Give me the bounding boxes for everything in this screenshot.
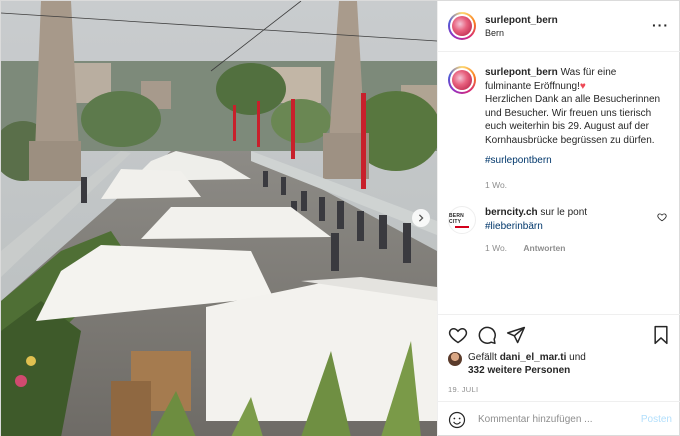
- next-photo-button[interactable]: [412, 209, 430, 227]
- likes-mid: und: [569, 352, 586, 363]
- action-icons: [448, 323, 671, 347]
- post-date[interactable]: 19. JULI: [448, 385, 671, 394]
- heart-emoji-icon: ♥: [579, 80, 586, 92]
- likes-prefix: Gefällt: [468, 352, 497, 363]
- post-header: surlepont_bern Bern ···: [438, 1, 680, 52]
- likes-summary: Gefällt dani_el_mar.ti und 332 weitere P…: [448, 351, 671, 377]
- add-comment-bar: Posten: [438, 401, 680, 436]
- comment-text: berncity.ch sur le pont #lieberinbärn 1 …: [485, 206, 655, 256]
- comment-time[interactable]: 1 Wo.: [485, 243, 507, 253]
- comment-item: BERN CITY berncity.ch sur le pont #liebe…: [448, 206, 671, 256]
- post-caption: surlepont_bern Was für eine fulminante E…: [448, 66, 671, 192]
- liker-avatar[interactable]: [448, 352, 462, 366]
- caption-text-2: Herzlichen Dank an alle Besucherinnen un…: [485, 94, 661, 146]
- caption-username[interactable]: surlepont_bern: [485, 67, 558, 78]
- likes-others[interactable]: 332 weitere Personen: [468, 365, 570, 376]
- reply-button[interactable]: Antworten: [523, 243, 565, 253]
- heart-icon[interactable]: [448, 325, 468, 345]
- comments-section: surlepont_bern Was für eine fulminante E…: [438, 52, 680, 314]
- comment-body: sur le pont: [540, 207, 588, 218]
- comment-input[interactable]: [478, 414, 628, 425]
- share-icon[interactable]: [506, 325, 526, 345]
- post-panel: surlepont_bern Bern ··· surlepont_bern W…: [437, 1, 680, 436]
- header-text: surlepont_bern Bern: [485, 15, 558, 38]
- post-comment-button[interactable]: Posten: [641, 414, 672, 425]
- header-location[interactable]: Bern: [485, 28, 558, 38]
- header-username[interactable]: surlepont_bern: [485, 15, 558, 26]
- emoji-icon[interactable]: [448, 411, 466, 429]
- caption-avatar[interactable]: [448, 66, 476, 94]
- likes-user[interactable]: dani_el_mar.ti: [500, 352, 567, 363]
- bridge-market-image: [1, 1, 437, 436]
- post-photo[interactable]: [1, 1, 437, 436]
- chevron-right-icon: [418, 214, 424, 222]
- instagram-post: surlepont_bern Bern ··· surlepont_bern W…: [0, 0, 680, 436]
- commenter-avatar[interactable]: BERN CITY: [448, 206, 476, 234]
- comment-hashtag[interactable]: #lieberinbärn: [485, 221, 543, 232]
- comment-icon[interactable]: [477, 325, 497, 345]
- more-horizontal-icon[interactable]: ···: [652, 18, 669, 32]
- likes-text: Gefällt dani_el_mar.ti und 332 weitere P…: [468, 351, 586, 377]
- caption-text: surlepont_bern Was für eine fulminante E…: [485, 66, 665, 192]
- caption-time[interactable]: 1 Wo.: [485, 179, 665, 193]
- commenter-avatar-logo: BERN CITY: [449, 212, 464, 225]
- bookmark-icon[interactable]: [651, 325, 671, 345]
- caption-hashtag[interactable]: #surlepontbern: [485, 154, 665, 168]
- profile-avatar[interactable]: [448, 12, 476, 40]
- comment-username[interactable]: berncity.ch: [485, 207, 538, 218]
- comment-meta: 1 Wo. Antworten: [485, 242, 655, 256]
- like-comment-icon[interactable]: [657, 212, 667, 222]
